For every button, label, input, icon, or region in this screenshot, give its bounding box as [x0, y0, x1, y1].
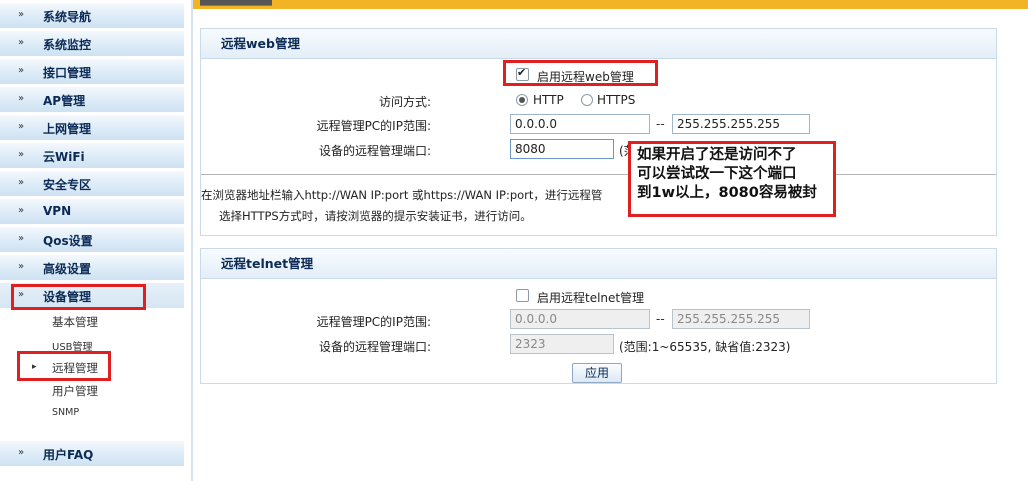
highlight-device-management	[11, 284, 146, 310]
sidebar-item-qos[interactable]: » Qos设置	[0, 227, 184, 253]
https-label: HTTPS	[597, 93, 636, 107]
telnet-port-input[interactable]	[510, 334, 614, 354]
sidebar-item-system-monitor[interactable]: » 系统监控	[0, 31, 184, 57]
top-accent-bar	[193, 0, 1028, 9]
ip-end-input[interactable]	[672, 114, 810, 134]
sidebar-item-faq[interactable]: » 用户FAQ	[0, 441, 184, 467]
port-hint: (范围:1~65535, 缺省值:2323)	[619, 340, 791, 354]
double-arrow-icon: »	[18, 205, 25, 216]
sidebar-item-label: 系统导航	[43, 10, 92, 24]
access-method-label: 访问方式:	[378, 95, 431, 109]
range-dash: --	[656, 117, 665, 131]
double-arrow-icon: »	[18, 261, 25, 272]
sidebar-item-cloud-wifi[interactable]: » 云WiFi	[0, 143, 184, 169]
sidebar-subitem-basic[interactable]: 基本管理	[52, 314, 98, 334]
sidebar-item-label: AP管理	[43, 94, 86, 108]
sidebar-item-interface[interactable]: » 接口管理	[0, 59, 184, 85]
sidebar-item-label: 接口管理	[43, 66, 92, 80]
double-arrow-icon: »	[18, 149, 25, 160]
http-label: HTTP	[533, 93, 564, 107]
panel-title: 远程telnet管理	[201, 249, 996, 279]
note-access-url: 在浏览器地址栏输入http://WAN IP:port 或https://WAN…	[201, 188, 603, 202]
annotation-note: 如果开启了还是访问不了 可以尝试改一下这个端口 到1w以上，8080容易被封	[628, 141, 836, 217]
highlight-enable-web	[503, 60, 658, 86]
port-label: 设备的远程管理端口:	[318, 144, 431, 158]
ip-range-label: 远程管理PC的IP范围:	[316, 315, 431, 329]
annotation-line: 到1w以上，8080容易被封	[637, 185, 817, 201]
double-arrow-icon: »	[18, 177, 25, 188]
sidebar-item-label: VPN	[43, 204, 72, 218]
annotation-line: 如果开启了还是访问不了	[637, 147, 797, 163]
https-radio[interactable]	[581, 94, 593, 106]
note-https-cert: 选择HTTPS方式时，请按浏览器的提示安装证书，进行访问。	[219, 209, 532, 223]
panel-title: 远程web管理	[201, 29, 996, 59]
telnet-ip-start-input[interactable]	[510, 309, 650, 329]
double-arrow-icon: »	[18, 9, 25, 20]
sidebar-divider	[191, 0, 193, 481]
sidebar-subitem-users[interactable]: 用户管理	[52, 383, 98, 403]
sidebar-item-vpn[interactable]: » VPN	[0, 199, 184, 225]
sidebar-item-internet[interactable]: » 上网管理	[0, 115, 184, 141]
annotation-line: 可以尝试改一下这个端口	[637, 166, 797, 182]
sidebar-item-label: 用户FAQ	[43, 448, 94, 462]
double-arrow-icon: »	[18, 121, 25, 132]
sidebar-item-ap[interactable]: » AP管理	[0, 87, 184, 113]
range-dash: --	[656, 312, 665, 326]
sidebar-item-label: 安全专区	[43, 178, 92, 192]
telnet-ip-end-input[interactable]	[672, 309, 810, 329]
sidebar-subitem-snmp[interactable]: SNMP	[52, 407, 79, 427]
apply-button[interactable]: 应用	[572, 363, 622, 383]
remote-telnet-panel: 远程telnet管理 启用远程telnet管理 远程管理PC的IP范围: -- …	[200, 248, 997, 384]
sidebar-item-label: 高级设置	[43, 262, 92, 276]
sidebar-item-security[interactable]: » 安全专区	[0, 171, 184, 197]
top-tab[interactable]	[200, 0, 272, 6]
enable-telnet-label: 启用远程telnet管理	[537, 291, 645, 305]
sidebar-item-label: 系统监控	[43, 38, 92, 52]
double-arrow-icon: »	[18, 233, 25, 244]
double-arrow-icon: »	[18, 93, 25, 104]
http-radio[interactable]	[516, 94, 528, 106]
enable-telnet-checkbox[interactable]	[516, 289, 529, 302]
ip-range-label: 远程管理PC的IP范围:	[316, 119, 431, 133]
ip-start-input[interactable]	[510, 114, 650, 134]
sidebar-item-label: Qos设置	[43, 234, 93, 248]
highlight-remote-management	[17, 351, 111, 381]
double-arrow-icon: »	[18, 37, 25, 48]
sidebar-item-label: 上网管理	[43, 122, 92, 136]
section-divider	[201, 174, 996, 175]
double-arrow-icon: »	[18, 447, 25, 458]
double-arrow-icon: »	[18, 65, 25, 76]
sidebar-item-system-nav[interactable]: » 系统导航	[0, 3, 184, 29]
port-label: 设备的远程管理端口:	[318, 340, 431, 354]
web-port-input[interactable]	[510, 139, 614, 159]
sidebar-item-advanced[interactable]: » 高级设置	[0, 255, 184, 281]
sidebar-item-label: 云WiFi	[43, 150, 85, 164]
sidebar: » 系统导航 » 系统监控 » 接口管理 » AP管理 » 上网管理 » 云Wi…	[0, 0, 186, 481]
